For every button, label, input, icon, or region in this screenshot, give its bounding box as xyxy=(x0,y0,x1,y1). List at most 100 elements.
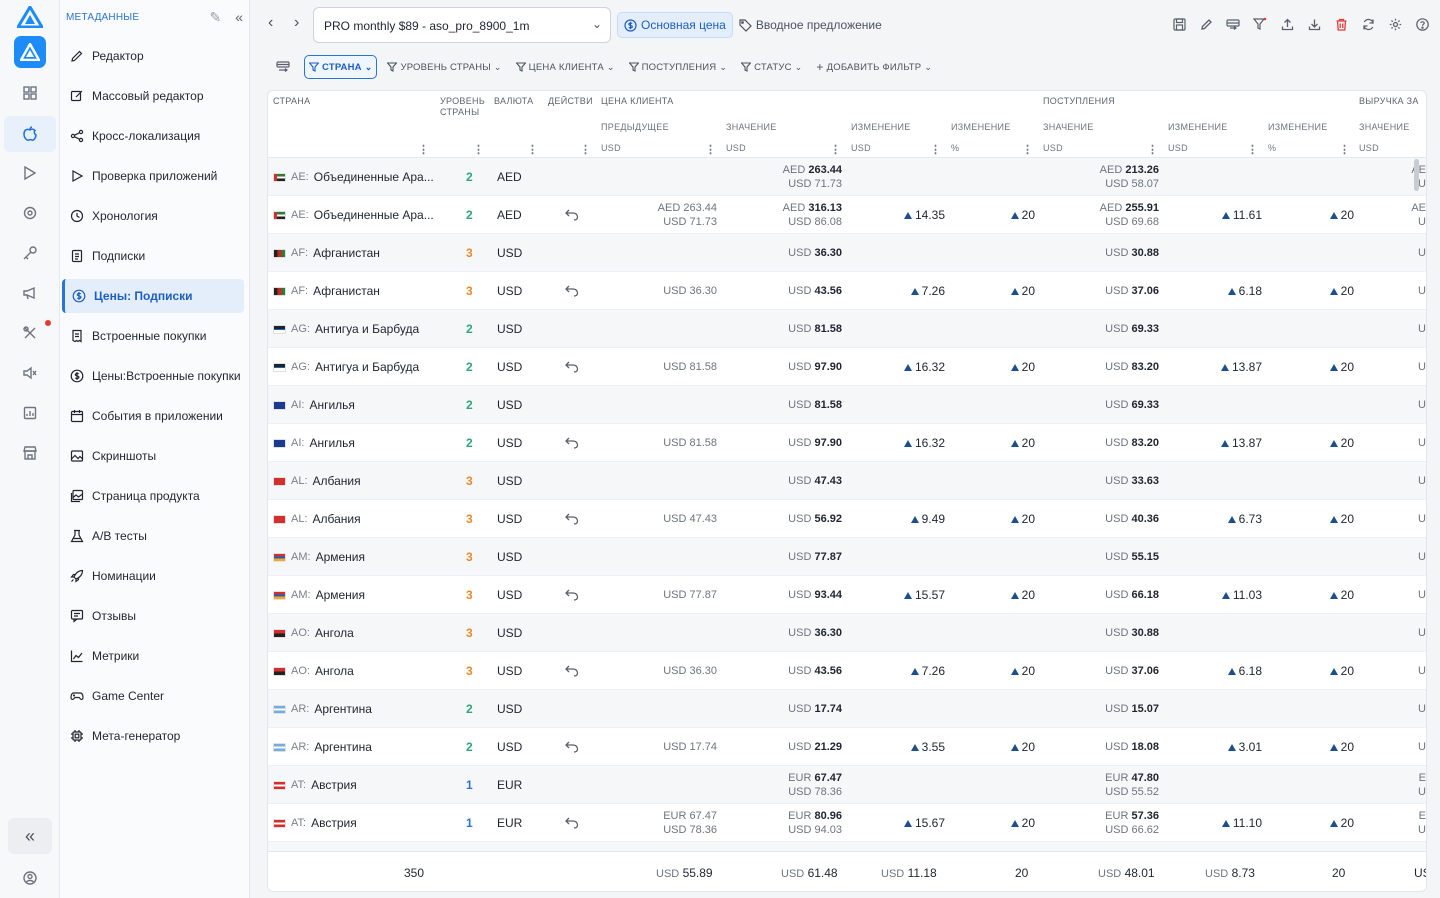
undo-icon[interactable] xyxy=(565,652,579,690)
delete-icon[interactable] xyxy=(1333,16,1349,32)
table-row[interactable]: AE: Объединенные Ара... 2 AED AED 263.44 USD … xyxy=(268,196,1426,234)
table-row[interactable]: AT: Австрия 1 EUR EUR 67.47 USD 78.36 EUR 80.9… xyxy=(268,804,1426,842)
table-row[interactable]: AR: Аргентина 2 USD USD 17.74 USD 21.29 3.55 20… xyxy=(268,728,1426,766)
table-row[interactable]: AI: Ангилья 2 USD USD 81.58 USD 97.90 16.32 20 U… xyxy=(268,424,1426,462)
undo-icon[interactable] xyxy=(565,576,579,614)
table-row[interactable]: AF: Афганистан 3 USD USD 36.30 USD 43.56 7.26 2… xyxy=(268,272,1426,310)
column-menu-icon[interactable]: ⋮ xyxy=(1247,143,1258,156)
column-menu-icon[interactable]: ⋮ xyxy=(527,143,538,156)
pencil-icon[interactable] xyxy=(1198,16,1214,32)
table-row[interactable]: AO: Ангола 3 USD USD 36.30 USD 30.88 U xyxy=(268,614,1426,652)
header-currency[interactable]: ВАЛЮТА xyxy=(494,96,533,107)
sidebar-item[interactable]: События в приложении xyxy=(64,399,244,433)
subheader-revenue-value[interactable]: ЗНАЧЕНИЕ xyxy=(1359,122,1410,133)
table-row[interactable]: AO: Ангола 3 USD USD 36.30 USD 43.56 7.26 20 USD… xyxy=(268,652,1426,690)
subheader-proceeds-change-pct[interactable]: ИЗМЕНЕНИЕ xyxy=(1268,122,1328,133)
save-icon[interactable] xyxy=(1171,16,1187,32)
back-arrow-icon[interactable]: ‹ xyxy=(268,14,273,32)
sidebar-item[interactable]: Цены:Встроенные покупки xyxy=(64,359,244,393)
sidebar-item[interactable]: Кросс-локализация xyxy=(64,119,244,153)
sidebar-item[interactable]: Страница продукта xyxy=(64,479,244,513)
filter-button[interactable]: СТРАНА ⌄ xyxy=(304,55,378,79)
sidebar-item[interactable]: Редактор xyxy=(64,39,244,73)
table-sync-icon[interactable] xyxy=(1225,16,1241,32)
filter-button[interactable]: ПОСТУПЛЕНИЯ ⌄ xyxy=(625,55,732,79)
subheader-value[interactable]: ЗНАЧЕНИЕ xyxy=(726,122,777,133)
subheader-change[interactable]: ИЗМЕНЕНИЕ xyxy=(851,122,911,133)
table-row[interactable]: AE: Объединенные Ара... 2 AED AED 263.44 USD … xyxy=(268,158,1426,196)
undo-icon[interactable] xyxy=(565,348,579,386)
undo-icon[interactable] xyxy=(565,196,579,234)
filter-button[interactable]: СТАТУС ⌄ xyxy=(737,55,806,79)
product-select[interactable]: PRO monthly $89 - aso_pro_8900_1m ⌄ xyxy=(313,7,611,43)
table-row[interactable]: AM: Армения 3 USD USD 77.87 USD 55.15 U xyxy=(268,538,1426,576)
sidebar-item[interactable]: Метрики xyxy=(64,639,244,673)
column-menu-icon[interactable]: ⋮ xyxy=(418,143,429,156)
sidebar-item[interactable]: Цены: Подписки xyxy=(62,279,244,313)
column-menu-icon[interactable]: ⋮ xyxy=(930,143,941,156)
undo-icon[interactable] xyxy=(565,804,579,842)
refresh-icon[interactable] xyxy=(1360,16,1376,32)
sidebar-item[interactable]: Мета-генератор xyxy=(64,719,244,753)
filter-icon[interactable] xyxy=(1252,16,1268,32)
sidebar-item[interactable]: Отзывы xyxy=(64,599,244,633)
header-country[interactable]: СТРАНА xyxy=(273,96,310,107)
table-row[interactable]: AG: Антигуа и Барбуда 2 USD USD 81.58 USD 97.… xyxy=(268,348,1426,386)
undo-icon[interactable] xyxy=(565,272,579,310)
help-icon[interactable] xyxy=(1414,16,1430,32)
sidebar-item[interactable]: Встроенные покупки xyxy=(64,319,244,353)
undo-icon[interactable] xyxy=(565,424,579,462)
store-icon[interactable] xyxy=(18,441,42,465)
undo-icon[interactable] xyxy=(565,500,579,538)
table-row[interactable]: AI: Ангилья 2 USD USD 81.58 USD 69.33 U xyxy=(268,386,1426,424)
filter-button[interactable]: ЦЕНА КЛИЕНТА ⌄ xyxy=(512,55,619,79)
table-config-icon[interactable] xyxy=(276,61,296,73)
sidebar-item[interactable]: Хронология xyxy=(64,199,244,233)
table-row[interactable]: AL: Албания 3 USD USD 47.43 USD 33.63 U xyxy=(268,462,1426,500)
upload-icon[interactable] xyxy=(1279,16,1295,32)
key-icon[interactable] xyxy=(18,241,42,265)
tools-icon[interactable] xyxy=(18,321,42,345)
sidebar-item[interactable]: Game Center xyxy=(64,679,244,713)
table-row[interactable]: AT: Австрия 1 EUR EUR 67.47 USD 78.36 EUR 47.8… xyxy=(268,766,1426,804)
apple-icon[interactable] xyxy=(4,116,56,152)
play-store-icon[interactable] xyxy=(18,161,42,185)
column-menu-icon[interactable]: ⋮ xyxy=(1339,143,1350,156)
subheader-previous[interactable]: ПРЕДЫДУЩЕЕ xyxy=(601,122,669,133)
column-menu-icon[interactable]: ⋮ xyxy=(705,143,716,156)
sidebar-item[interactable]: Массовый редактор xyxy=(64,79,244,113)
sidebar-item[interactable]: Номинации xyxy=(64,559,244,593)
table-row[interactable]: AM: Армения 3 USD USD 77.87 USD 93.44 15.57 20 U… xyxy=(268,576,1426,614)
subheader-change-pct[interactable]: ИЗМЕНЕНИЕ xyxy=(951,122,1011,133)
filter-button[interactable]: УРОВЕНЬ СТРАНЫ ⌄ xyxy=(383,55,505,79)
dashboard-icon[interactable] xyxy=(18,81,42,105)
subheader-proceeds-change[interactable]: ИЗМЕНЕНИЕ xyxy=(1168,122,1228,133)
subheader-proceeds-value[interactable]: ЗНАЧЕНИЕ xyxy=(1043,122,1094,133)
table-row[interactable]: AL: Албания 3 USD USD 47.43 USD 56.92 9.49 20 US… xyxy=(268,500,1426,538)
table-row[interactable]: AR: Аргентина 2 USD USD 17.74 USD 15.07 U xyxy=(268,690,1426,728)
megaphone-icon[interactable] xyxy=(18,281,42,305)
add-filter-button[interactable]: + ДОБАВИТЬ ФИЛЬТР ⌄ xyxy=(812,55,936,79)
table-row[interactable]: AG: Антигуа и Барбуда 2 USD USD 81.58 USD 69.… xyxy=(268,310,1426,348)
column-menu-icon[interactable]: ⋮ xyxy=(1022,143,1033,156)
tab-base-price[interactable]: Основная цена xyxy=(617,12,733,38)
settings-icon[interactable] xyxy=(1387,16,1403,32)
app-icon[interactable] xyxy=(14,36,46,68)
table-row[interactable]: AF: Афганистан 3 USD USD 36.30 USD 30.88 U xyxy=(268,234,1426,272)
tab-intro-offer[interactable]: Вводное предложение xyxy=(733,12,888,38)
sidebar-item[interactable]: A/B тесты xyxy=(64,519,244,553)
collapse-sidebar-icon[interactable]: « xyxy=(235,9,243,26)
edit-icon[interactable]: ✎ xyxy=(209,9,221,26)
collapse-rail-button[interactable]: « xyxy=(8,818,52,854)
column-menu-icon[interactable]: ⋮ xyxy=(1147,143,1158,156)
table-row[interactable]: AUD 100.13 AUD 77.35 xyxy=(268,842,1426,851)
sidebar-item[interactable]: Скриншоты xyxy=(64,439,244,473)
target-icon[interactable] xyxy=(18,201,42,225)
vertical-scrollbar[interactable] xyxy=(1414,159,1419,191)
download-icon[interactable] xyxy=(1306,16,1322,32)
column-menu-icon[interactable]: ⋮ xyxy=(830,143,841,156)
sidebar-item[interactable]: Подписки xyxy=(64,239,244,273)
report-icon[interactable] xyxy=(18,401,42,425)
header-level[interactable]: УРОВЕНЬ СТРАНЫ xyxy=(440,96,490,118)
sidebar-item[interactable]: Проверка приложений xyxy=(64,159,244,193)
